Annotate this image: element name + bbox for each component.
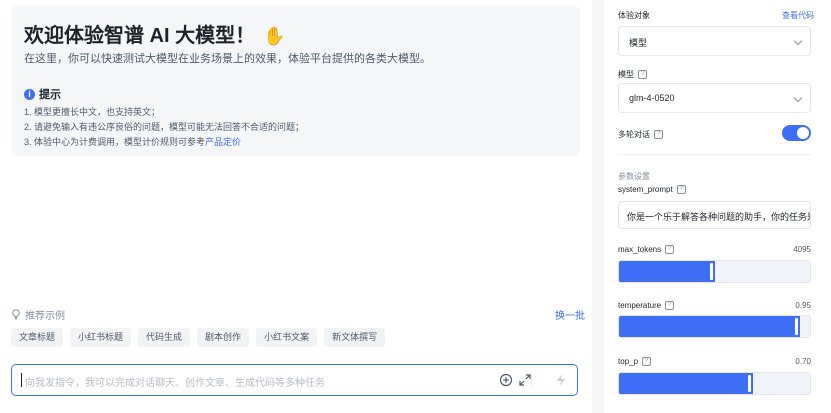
tips-heading: i 提示 (24, 86, 61, 102)
multi-turn-label: 多轮对话 ? (618, 129, 663, 140)
help-icon[interactable]: ? (665, 301, 675, 310)
help-icon[interactable]: ? (638, 70, 647, 79)
tip-item: 3. 体验中心为计费调用，模型计价规则可参考产品定价 (24, 135, 304, 150)
chat-area: 欢迎体验智谱 AI 大模型！ ✋ 在这里，你可以快速测试大模型在业务场景上的效果，… (0, 0, 592, 413)
toggle-knob (797, 127, 809, 139)
lightbulb-icon (12, 309, 20, 320)
examples-title: 推荐示例 (25, 311, 65, 322)
top-p-slider-fill (619, 373, 753, 394)
input-divider (531, 373, 532, 387)
chat-input-placeholder: 向我发指令，我可以完成对话聊天、创作文章、生成代码等多种任务 (25, 378, 325, 389)
max-tokens-label: max_tokens ? (618, 245, 675, 254)
tip-item-text: 3. 体验中心为计费调用，模型计价规则可参考 (24, 137, 206, 147)
help-icon[interactable]: ? (676, 185, 686, 194)
text-cursor (21, 373, 22, 387)
waving-hand-icon: ✋ (263, 26, 286, 46)
temperature-label-text: temperature (618, 301, 662, 310)
welcome-card: 欢迎体验智谱 AI 大模型！ ✋ 在这里，你可以快速测试大模型在业务场景上的效果，… (11, 6, 580, 156)
examples-heading: 推荐示例 (11, 307, 65, 322)
tip-item: 1. 模型更擅长中文，也支持英文； (24, 107, 161, 117)
help-icon[interactable]: ? (642, 357, 652, 366)
target-select[interactable]: 模型 (618, 26, 811, 56)
model-label: 模型 ? (618, 69, 647, 80)
slider-handle[interactable] (747, 375, 751, 392)
welcome-title-text: 欢迎体验智谱 AI 大模型！ (24, 25, 256, 47)
welcome-title: 欢迎体验智谱 AI 大模型！ ✋ (24, 19, 286, 48)
params-title: 参数设置 (618, 172, 650, 181)
info-icon: i (24, 88, 35, 100)
system-prompt-value: 你是一个乐于解答各种问题的助手，你的任务是 (627, 212, 811, 222)
temperature-slider[interactable] (618, 315, 811, 338)
slider-handle[interactable] (795, 318, 799, 335)
example-chip[interactable]: 代码生成 (138, 328, 191, 347)
example-chip[interactable]: 小红书文案 (256, 328, 318, 347)
example-chip[interactable]: 新文体撰写 (324, 328, 386, 347)
chevron-down-icon (793, 93, 803, 103)
max-tokens-value: 4095 (793, 245, 811, 254)
max-tokens-slider-fill (619, 261, 715, 282)
top-p-label: top_p ? (618, 357, 652, 366)
add-circle-icon[interactable] (498, 372, 514, 388)
temperature-value: 0.95 (795, 301, 811, 310)
send-lightning-icon[interactable] (553, 372, 569, 388)
settings-panel: 体验对象 查看代码 模型 模型 ? glm-4-0520 多轮对话 ? 参数设置… (604, 0, 831, 413)
tips-title: 提示 (39, 89, 61, 101)
system-prompt-label-text: system_prompt (618, 185, 673, 194)
section-divider (618, 154, 811, 155)
max-tokens-label-text: max_tokens (618, 245, 662, 254)
model-select-value: glm-4-0520 (629, 93, 675, 103)
example-chip[interactable]: 剧本创作 (197, 328, 250, 347)
example-chips: 文章标题 小红书标题 代码生成 剧本创作 小红书文案 新文体撰写 (11, 328, 386, 347)
temperature-slider-fill (619, 316, 801, 337)
pricing-link[interactable]: 产品定价 (205, 137, 241, 147)
example-chip[interactable]: 小红书标题 (70, 328, 132, 347)
help-icon[interactable]: ? (665, 245, 675, 254)
chat-input[interactable]: 向我发指令，我可以完成对话聊天、创作文章、生成代码等多种任务 (11, 364, 578, 396)
multi-turn-label-text: 多轮对话 (618, 130, 650, 139)
temperature-label: temperature ? (618, 301, 675, 310)
target-select-value: 模型 (629, 38, 648, 48)
target-label-text: 体验对象 (618, 11, 650, 20)
system-prompt-input[interactable]: 你是一个乐于解答各种问题的助手，你的任务是 (618, 201, 811, 229)
tips-list: 1. 模型更擅长中文，也支持英文； 2. 请避免输入有违公序良俗的问题，模型可能… (24, 105, 304, 150)
view-code-link[interactable]: 查看代码 (782, 10, 814, 21)
welcome-subtitle: 在这里，你可以快速测试大模型在业务场景上的效果，体验平台提供的各类大模型。 (24, 53, 431, 65)
chevron-down-icon (793, 36, 803, 46)
model-select[interactable]: glm-4-0520 (618, 83, 811, 113)
model-label-text: 模型 (618, 70, 634, 79)
example-chip[interactable]: 文章标题 (11, 328, 64, 347)
top-p-value: 0.70 (795, 357, 811, 366)
slider-handle[interactable] (709, 263, 713, 280)
target-label: 体验对象 (618, 10, 650, 21)
system-prompt-label: system_prompt ? (618, 185, 686, 194)
top-p-label-text: top_p (618, 357, 639, 366)
tip-item: 2. 请避免输入有违公序良俗的问题，模型可能无法回答不合适的问题； (24, 122, 305, 132)
refresh-examples-button[interactable]: 换一批 (555, 307, 585, 322)
max-tokens-slider[interactable] (618, 260, 811, 283)
multi-turn-toggle[interactable] (782, 125, 811, 141)
help-icon[interactable]: ? (654, 130, 663, 139)
top-p-slider[interactable] (618, 372, 811, 395)
